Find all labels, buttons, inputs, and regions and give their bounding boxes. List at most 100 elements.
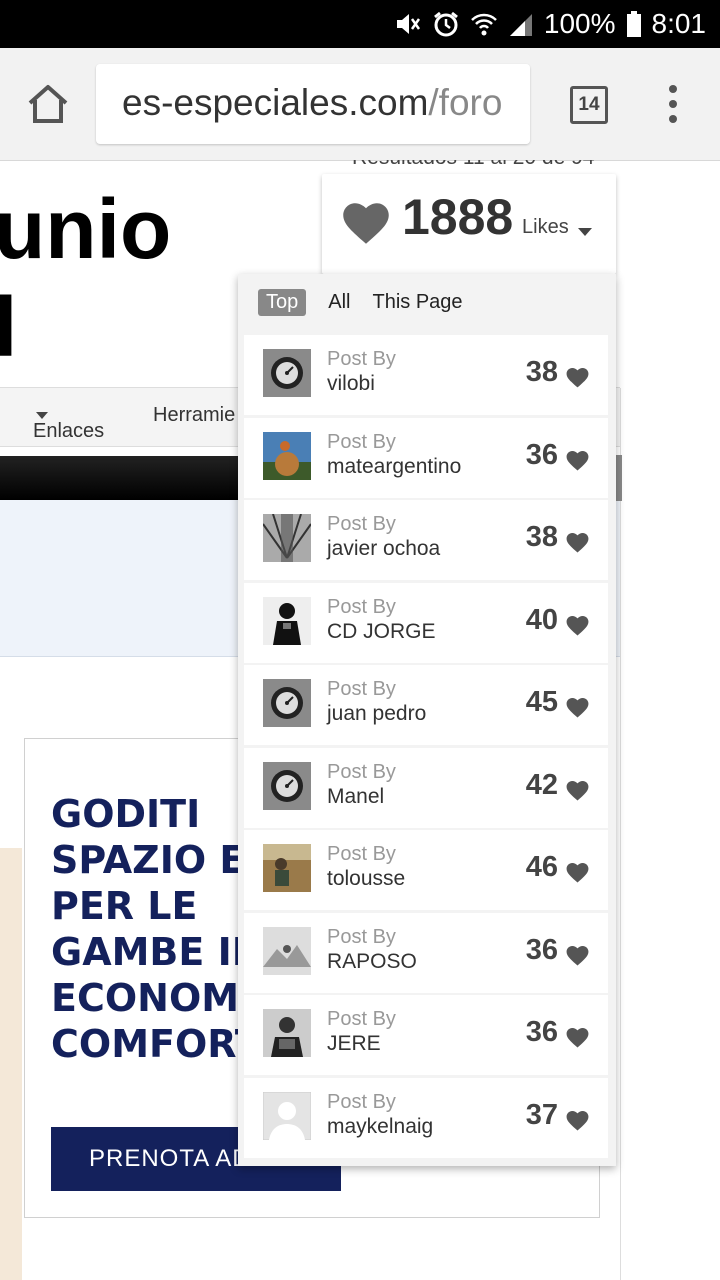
liker-row[interactable]: Post By mateargentino 36 bbox=[244, 417, 608, 498]
liker-username[interactable]: javier ochoa bbox=[327, 537, 440, 561]
signal-icon bbox=[508, 10, 534, 38]
like-count: 36 bbox=[525, 1016, 558, 1048]
liker-username[interactable]: RAPOSO bbox=[327, 950, 417, 974]
alarm-icon bbox=[432, 10, 460, 38]
filter-tabs: Top All This Page bbox=[258, 288, 485, 316]
liker-row[interactable]: Post By javier ochoa 38 bbox=[244, 500, 608, 580]
heart-icon bbox=[566, 1110, 589, 1130]
nav-herramientas[interactable]: Herramie bbox=[153, 404, 235, 427]
avatar[interactable] bbox=[263, 761, 311, 810]
like-count: 37 bbox=[525, 1098, 558, 1131]
avatar[interactable] bbox=[263, 596, 311, 645]
liker-row[interactable]: Post By maykelnaig 37 bbox=[244, 1077, 608, 1158]
post-by-label: Post By bbox=[327, 678, 396, 700]
liker-username[interactable]: tolousse bbox=[327, 867, 405, 891]
tab-this-page[interactable]: This Page bbox=[372, 289, 462, 316]
page-title-line2: l bbox=[0, 280, 18, 374]
post-by-label: Post By bbox=[327, 925, 396, 948]
url-fade bbox=[500, 64, 530, 144]
post-by-label: Post By bbox=[327, 348, 396, 370]
avatar[interactable] bbox=[263, 926, 311, 975]
nav-enlaces-label: Enlaces bbox=[33, 420, 105, 442]
page-title: unio l bbox=[0, 180, 171, 376]
divider bbox=[620, 388, 621, 1280]
mute-icon bbox=[394, 10, 422, 38]
liker-username[interactable]: vilobi bbox=[327, 372, 375, 396]
heart-icon bbox=[566, 697, 589, 718]
more-vert-icon bbox=[669, 85, 677, 123]
likes-count: 1888 bbox=[402, 189, 514, 245]
post-by-label: Post By bbox=[327, 1008, 396, 1030]
post-by-label: Post By bbox=[327, 430, 396, 453]
overflow-menu-button[interactable] bbox=[664, 84, 682, 124]
chevron-down-icon bbox=[36, 412, 48, 420]
heart-icon bbox=[566, 780, 589, 800]
browser-toolbar: es-especiales.com/foro 14 bbox=[0, 48, 720, 161]
liker-row[interactable]: Post By JERE 36 bbox=[244, 995, 608, 1075]
liker-username[interactable]: JERE bbox=[327, 1032, 381, 1056]
liker-row[interactable]: Post By vilobi 38 bbox=[244, 335, 608, 415]
liker-username[interactable]: maykelnaig bbox=[327, 1115, 433, 1139]
status-bar: 100% 8:01 bbox=[0, 0, 720, 48]
battery-percent: 100% bbox=[543, 8, 616, 39]
heart-icon bbox=[566, 862, 589, 883]
like-count: 42 bbox=[525, 768, 558, 801]
nav-enlaces[interactable]: Enlaces bbox=[33, 404, 104, 442]
like-count: 36 bbox=[525, 438, 558, 471]
url-bar[interactable]: es-especiales.com/foro bbox=[96, 64, 530, 144]
url-text: es-especiales.com/foro bbox=[122, 82, 502, 124]
post-by-label: Post By bbox=[327, 1090, 396, 1113]
avatar[interactable] bbox=[263, 1009, 311, 1057]
battery-icon bbox=[626, 10, 642, 38]
results-text: Resultados 11 al 20 de 94 bbox=[352, 160, 594, 170]
caret-down-icon[interactable] bbox=[578, 228, 592, 236]
side-banner bbox=[0, 848, 22, 1280]
likes-widget[interactable]: 1888 Likes bbox=[322, 174, 616, 274]
likers-list: Post By vilobi 38 Post By mateargentino … bbox=[244, 335, 608, 1160]
liker-row[interactable]: Post By tolousse 46 bbox=[244, 830, 608, 910]
likes-dropdown: Top All This Page Post By vilobi 38 Post… bbox=[238, 274, 616, 1166]
like-count: 45 bbox=[525, 686, 558, 718]
liker-row[interactable]: Post By CD JORGE 40 bbox=[244, 582, 608, 663]
liker-username[interactable]: Manel bbox=[327, 785, 384, 809]
like-count: 36 bbox=[525, 933, 558, 966]
avatar[interactable] bbox=[263, 349, 311, 397]
avatar[interactable] bbox=[262, 513, 312, 562]
page-title-line1: unio bbox=[0, 182, 172, 276]
post-by-label: Post By bbox=[327, 595, 396, 618]
clock: 8:01 bbox=[651, 8, 707, 39]
default-avatar-icon[interactable] bbox=[262, 1091, 312, 1140]
likes-label: Likes bbox=[522, 216, 569, 238]
post-by-label: Post By bbox=[327, 513, 396, 535]
liker-row[interactable]: Post By juan pedro 45 bbox=[244, 665, 608, 745]
heart-icon bbox=[566, 1027, 589, 1048]
avatar[interactable] bbox=[263, 679, 311, 727]
heart-icon bbox=[566, 532, 589, 553]
home-icon bbox=[28, 85, 68, 123]
scrollbar-thumb[interactable] bbox=[616, 455, 622, 501]
liker-username[interactable]: mateargentino bbox=[327, 455, 461, 479]
liker-row[interactable]: Post By Manel 42 bbox=[244, 747, 608, 828]
home-button[interactable] bbox=[26, 84, 70, 124]
url-path: /foro bbox=[428, 82, 503, 123]
post-by-label: Post By bbox=[327, 843, 396, 865]
tab-top[interactable]: Top bbox=[258, 288, 307, 316]
avatar[interactable] bbox=[263, 844, 311, 892]
url-domain: es-especiales.com bbox=[122, 82, 429, 123]
heart-icon bbox=[343, 203, 389, 244]
post-by-label: Post By bbox=[327, 760, 396, 783]
liker-username[interactable]: juan pedro bbox=[327, 702, 426, 726]
like-count: 46 bbox=[525, 851, 558, 883]
like-count: 40 bbox=[525, 603, 558, 636]
like-count: 38 bbox=[525, 356, 558, 388]
tab-all[interactable]: All bbox=[328, 289, 350, 316]
tab-switcher-button[interactable]: 14 bbox=[570, 86, 608, 124]
liker-row[interactable]: Post By RAPOSO 36 bbox=[244, 912, 608, 993]
heart-icon bbox=[566, 367, 589, 388]
like-count: 38 bbox=[525, 521, 558, 553]
avatar[interactable] bbox=[263, 431, 311, 480]
liker-username[interactable]: CD JORGE bbox=[327, 620, 436, 644]
heart-icon bbox=[566, 945, 589, 965]
wifi-icon bbox=[470, 10, 498, 38]
heart-icon bbox=[566, 450, 589, 470]
